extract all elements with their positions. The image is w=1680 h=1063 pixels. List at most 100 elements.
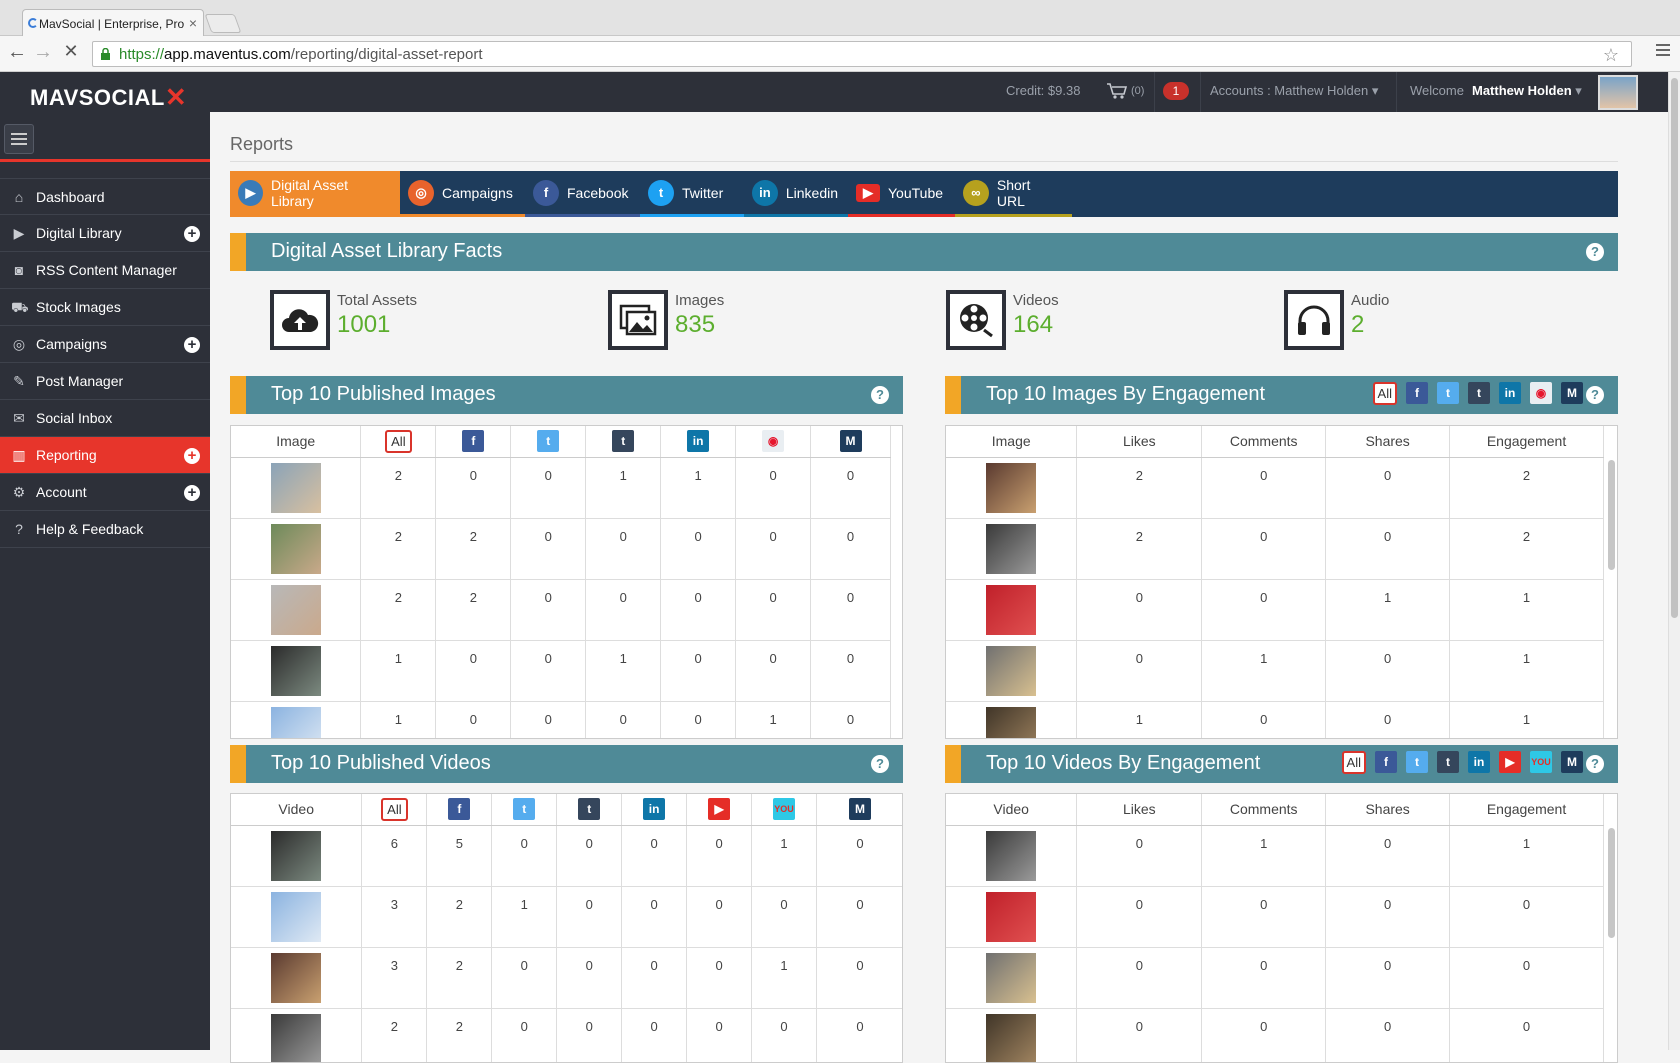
browser-tab[interactable]: MavSocial | Enterprise, Pro × xyxy=(22,9,204,36)
report-tabs: ▶Digital Asset Library ◎Campaigns fFaceb… xyxy=(230,171,1618,217)
images-engagement-table: Image Likes Comments Shares Engagement 2… xyxy=(945,425,1618,739)
help-icon[interactable]: ? xyxy=(1586,243,1604,261)
table-cell: 1 xyxy=(1450,640,1604,701)
weibo-icon[interactable]: ◉ xyxy=(1530,382,1552,404)
expand-plus-icon[interactable]: + xyxy=(184,448,200,464)
asset-thumbnail[interactable] xyxy=(271,892,321,942)
linkedin-icon[interactable]: in xyxy=(643,798,665,820)
youtube-icon[interactable]: ▶ xyxy=(1499,751,1521,773)
facebook-icon[interactable]: f xyxy=(1375,751,1397,773)
sidebar-item-dashboard[interactable]: ⌂Dashboard xyxy=(0,178,210,215)
linkedin-icon[interactable]: in xyxy=(1499,382,1521,404)
filter-all-button[interactable]: All xyxy=(1342,751,1366,774)
help-icon[interactable]: ? xyxy=(1586,755,1604,773)
twitter-icon[interactable]: t xyxy=(1406,751,1428,773)
page-scrollbar[interactable] xyxy=(1668,72,1680,1050)
sidebar-item-rss-content-manager[interactable]: ◙RSS Content Manager xyxy=(0,252,210,289)
stop-icon[interactable]: ✕ xyxy=(60,41,82,62)
address-bar[interactable]: https://app.maventus.com/reporting/digit… xyxy=(92,41,1632,67)
expand-plus-icon[interactable]: + xyxy=(184,226,200,242)
sidebar-item-stock-images[interactable]: ⛟Stock Images xyxy=(0,289,210,326)
tab-youtube[interactable]: ▶YouTube xyxy=(848,171,955,217)
youku-icon[interactable]: YOU xyxy=(773,798,795,820)
expand-plus-icon[interactable]: + xyxy=(184,485,200,501)
tab-campaigns[interactable]: ◎Campaigns xyxy=(400,171,525,217)
asset-thumbnail[interactable] xyxy=(986,707,1036,740)
asset-thumbnail[interactable] xyxy=(271,463,321,513)
asset-thumbnail[interactable] xyxy=(986,463,1036,513)
scrollbar[interactable] xyxy=(1608,460,1615,570)
back-icon[interactable]: ← xyxy=(6,41,28,64)
mavsocial-logo[interactable]: MAVSOCIAL✕ xyxy=(30,81,187,112)
accounts-dropdown[interactable]: Accounts : Matthew Holden ▾ xyxy=(1210,83,1378,99)
tab-linkedin[interactable]: inLinkedin xyxy=(744,171,848,217)
sidebar-item-digital-library[interactable]: ▶Digital Library+ xyxy=(0,215,210,252)
tab-digital-asset-library[interactable]: ▶Digital Asset Library xyxy=(230,171,400,217)
avatar[interactable] xyxy=(1598,75,1638,110)
facebook-icon[interactable]: f xyxy=(462,430,484,452)
tab-short-url[interactable]: ∞Short URL xyxy=(955,171,1072,217)
scrollbar[interactable] xyxy=(1608,828,1615,938)
bookmark-star-icon[interactable]: ☆ xyxy=(1603,45,1619,66)
sidebar-item-campaigns[interactable]: ◎Campaigns+ xyxy=(0,326,210,363)
asset-thumbnail[interactable] xyxy=(271,953,321,1003)
linkedin-icon[interactable]: in xyxy=(687,430,709,452)
youku-icon[interactable]: YOU xyxy=(1530,751,1552,773)
facebook-icon[interactable]: f xyxy=(448,798,470,820)
expand-plus-icon[interactable]: + xyxy=(184,337,200,353)
help-icon[interactable]: ? xyxy=(871,755,889,773)
close-tab-icon[interactable]: × xyxy=(189,15,197,31)
chevron-down-icon: ▾ xyxy=(1372,83,1379,98)
weibo-icon[interactable]: ◉ xyxy=(762,430,784,452)
asset-thumbnail[interactable] xyxy=(986,831,1036,881)
tumblr-icon[interactable]: t xyxy=(1437,751,1459,773)
help-icon[interactable]: ? xyxy=(1586,386,1604,404)
filter-all-button[interactable]: All xyxy=(381,798,407,821)
browser-menu-icon[interactable] xyxy=(1656,44,1670,59)
asset-thumbnail[interactable] xyxy=(986,892,1036,942)
mavsocial-icon[interactable]: M xyxy=(840,430,862,452)
sidebar-item-account[interactable]: ⚙Account+ xyxy=(0,474,210,511)
sidebar-item-reporting[interactable]: ▥Reporting+ xyxy=(0,437,210,474)
sidebar-item-post-manager[interactable]: ✎Post Manager xyxy=(0,363,210,400)
forward-icon[interactable]: → xyxy=(32,41,54,64)
asset-thumbnail[interactable] xyxy=(271,831,321,881)
asset-thumbnail[interactable] xyxy=(271,646,321,696)
user-menu[interactable]: Matthew Holden ▾ xyxy=(1472,83,1582,99)
tab-facebook[interactable]: fFacebook xyxy=(525,171,640,217)
table-cell: 0 xyxy=(1450,947,1604,1008)
tumblr-icon[interactable]: t xyxy=(578,798,600,820)
sidebar-item-social-inbox[interactable]: ✉Social Inbox xyxy=(0,400,210,437)
tab-twitter[interactable]: tTwitter xyxy=(640,171,744,217)
asset-thumbnail[interactable] xyxy=(986,585,1036,635)
cart-icon[interactable] xyxy=(1106,82,1128,100)
asset-thumbnail[interactable] xyxy=(271,707,321,740)
asset-thumbnail[interactable] xyxy=(986,1014,1036,1063)
filter-all-button[interactable]: All xyxy=(1373,382,1397,405)
asset-thumbnail[interactable] xyxy=(271,524,321,574)
facebook-icon[interactable]: f xyxy=(1406,382,1428,404)
sidebar-item-help-feedback[interactable]: ?Help & Feedback xyxy=(0,511,210,548)
mavsocial-icon[interactable]: M xyxy=(1561,751,1583,773)
mavsocial-icon[interactable]: M xyxy=(1561,382,1583,404)
linkedin-icon[interactable]: in xyxy=(1468,751,1490,773)
filter-all-button[interactable]: All xyxy=(385,430,411,453)
hamburger-menu-icon[interactable] xyxy=(4,124,34,154)
youtube-icon[interactable]: ▶ xyxy=(708,798,730,820)
table-row: 0101 xyxy=(946,640,1604,701)
twitter-icon[interactable]: t xyxy=(537,430,559,452)
help-icon[interactable]: ? xyxy=(871,386,889,404)
notification-badge[interactable]: 1 xyxy=(1163,82,1189,100)
asset-thumbnail[interactable] xyxy=(271,1014,321,1063)
table-cell: 0 xyxy=(1326,457,1450,518)
tumblr-icon[interactable]: t xyxy=(1468,382,1490,404)
asset-thumbnail[interactable] xyxy=(986,524,1036,574)
tumblr-icon[interactable]: t xyxy=(612,430,634,452)
asset-thumbnail[interactable] xyxy=(986,646,1036,696)
new-tab-button[interactable] xyxy=(205,14,242,33)
twitter-icon[interactable]: t xyxy=(513,798,535,820)
twitter-icon[interactable]: t xyxy=(1437,382,1459,404)
mavsocial-icon[interactable]: M xyxy=(849,798,871,820)
asset-thumbnail[interactable] xyxy=(986,953,1036,1003)
asset-thumbnail[interactable] xyxy=(271,585,321,635)
